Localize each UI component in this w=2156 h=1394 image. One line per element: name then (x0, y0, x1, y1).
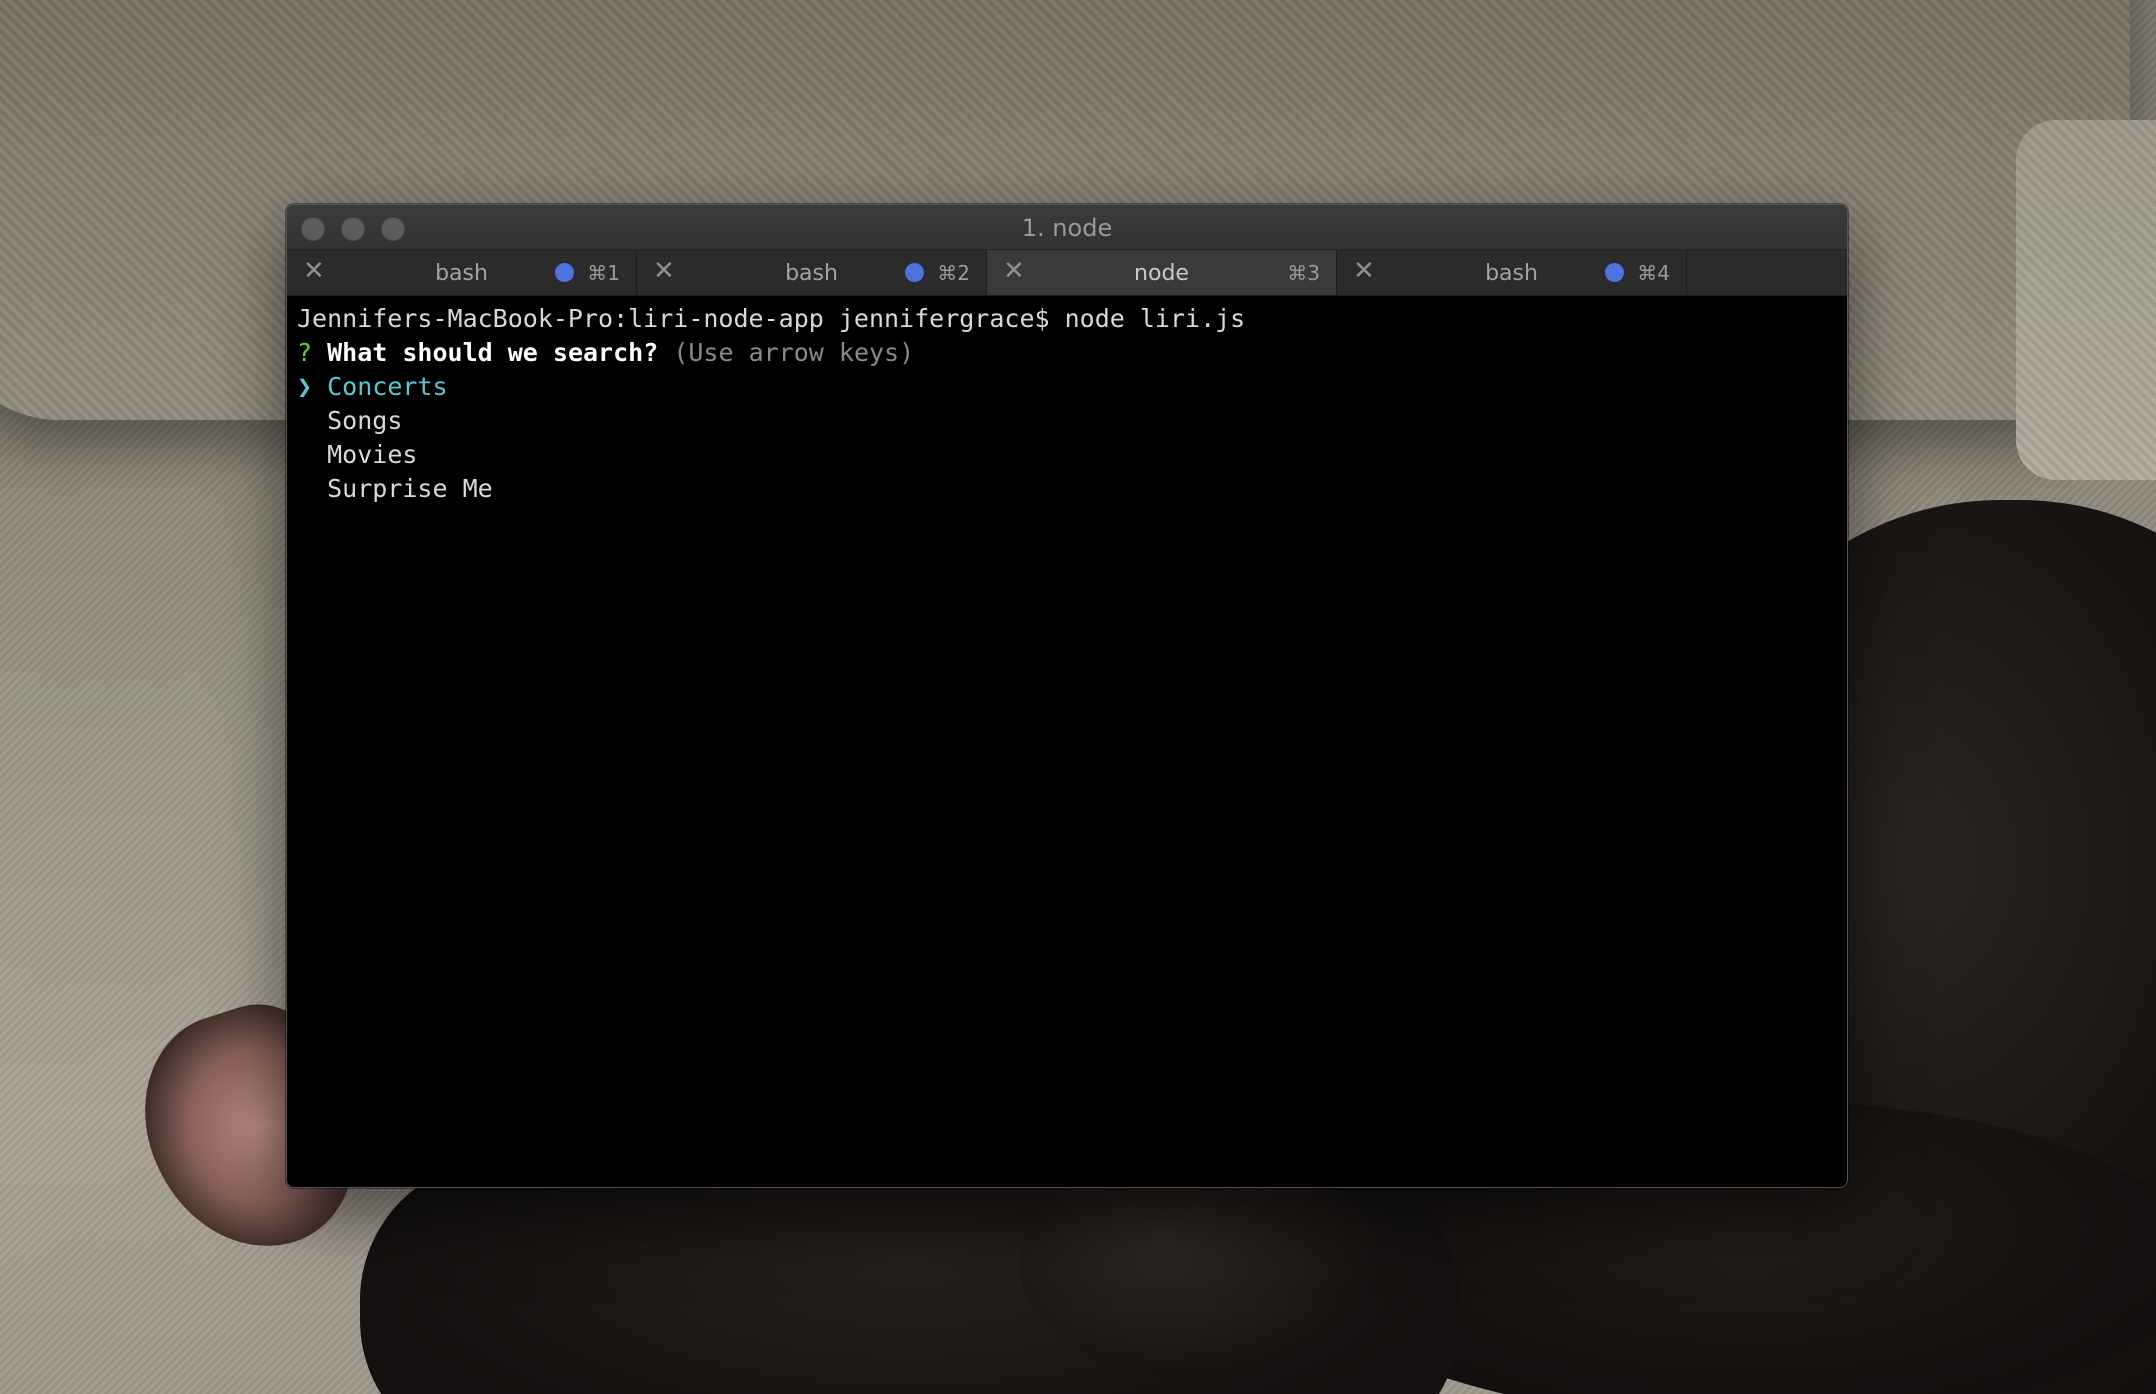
prompt-question: What should we search? (327, 338, 659, 367)
question-mark: ? (297, 338, 313, 367)
prompt-hint: (Use arrow keys) (673, 338, 915, 367)
option-label: Songs (327, 406, 403, 435)
prompt-line: ? What should we search? (Use arrow keys… (297, 336, 1837, 370)
terminal-output[interactable]: Jennifers-MacBook-Pro:liri-node-app jenn… (287, 296, 1847, 512)
tab-4[interactable]: ✕ bash ⌘4 (1337, 250, 1687, 295)
tab-bar: ✕ bash ⌘1 ✕ bash ⌘2 ✕ node ⌘3 ✕ bash ⌘4 (287, 250, 1847, 296)
menu-option-surprise-me[interactable]: Surprise Me (297, 472, 1837, 506)
tab-shortcut: ⌘2 (937, 261, 970, 285)
couch-armrest (2016, 120, 2156, 480)
tab-shortcut: ⌘3 (1287, 261, 1320, 285)
tab-label: bash (1485, 261, 1538, 286)
terminal-window: 1. node ✕ bash ⌘1 ✕ bash ⌘2 ✕ node ⌘3 ✕ … (286, 204, 1848, 1188)
command-line: Jennifers-MacBook-Pro:liri-node-app jenn… (297, 304, 1246, 333)
tab-shortcut: ⌘1 (587, 261, 620, 285)
option-label: Movies (327, 440, 418, 469)
tab-label: node (1134, 261, 1189, 286)
activity-dot-icon (905, 263, 924, 282)
tab-label: bash (435, 261, 488, 286)
menu-option-songs[interactable]: Songs (297, 404, 1837, 438)
tab-2[interactable]: ✕ bash ⌘2 (637, 250, 987, 295)
tab-label: bash (785, 261, 838, 286)
activity-dot-icon (555, 263, 574, 282)
menu-option-concerts[interactable]: ❯ Concerts (297, 370, 1837, 404)
activity-dot-icon (1605, 263, 1624, 282)
tab-shortcut: ⌘4 (1637, 261, 1670, 285)
window-title: 1. node (1021, 214, 1113, 242)
tab-3[interactable]: ✕ node ⌘3 (987, 250, 1337, 295)
title-bar[interactable]: 1. node (287, 205, 1847, 250)
selection-pointer-icon: ❯ (297, 372, 313, 401)
tab-1[interactable]: ✕ bash ⌘1 (287, 250, 637, 295)
option-label: Surprise Me (327, 474, 493, 503)
menu-option-movies[interactable]: Movies (297, 438, 1837, 472)
option-label: Concerts (327, 372, 448, 401)
